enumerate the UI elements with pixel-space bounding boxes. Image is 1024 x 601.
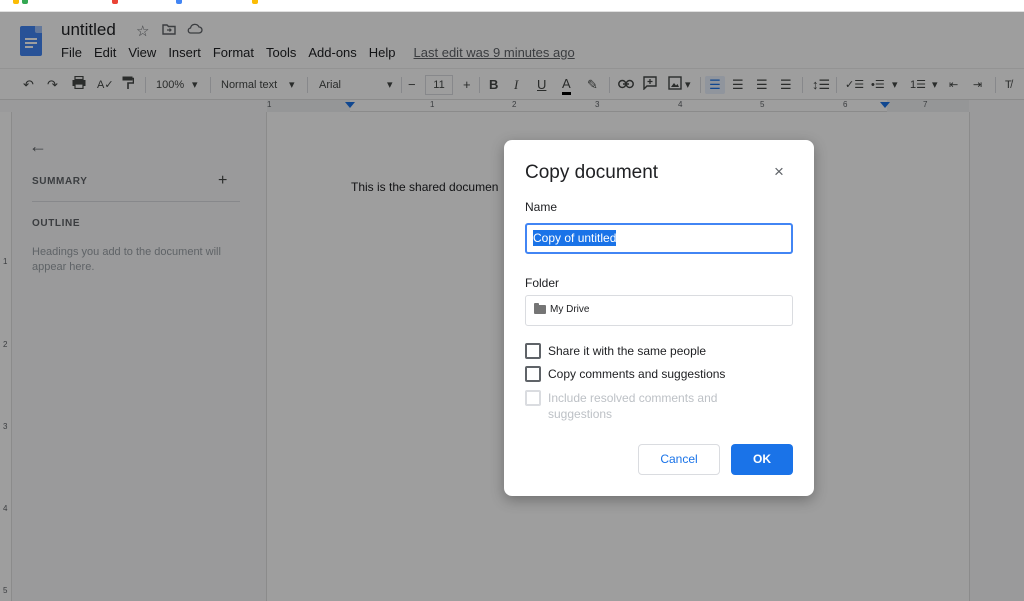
dialog-title: Copy document	[525, 162, 659, 183]
close-icon[interactable]: ×	[771, 162, 787, 182]
checkbox-label: Copy comments and suggestions	[548, 367, 726, 381]
include-resolved-checkbox	[525, 390, 541, 406]
folder-picker[interactable]: My Drive	[525, 295, 793, 326]
browser-bookmark-strip	[0, 0, 1024, 12]
bookmark-icon	[22, 0, 28, 4]
name-label: Name	[525, 200, 558, 214]
ok-button[interactable]: OK	[731, 444, 793, 475]
folder-label: Folder	[525, 276, 560, 290]
share-same-people-checkbox[interactable]	[525, 343, 541, 359]
copy-document-dialog: Copy document × Name Copy of untitled Fo…	[504, 140, 814, 496]
name-field[interactable]: Copy of untitled	[525, 223, 793, 254]
copy-comments-checkbox[interactable]	[525, 366, 541, 382]
cancel-button[interactable]: Cancel	[638, 444, 720, 475]
checkbox-label: Include resolved comments and suggestion…	[548, 391, 718, 421]
bookmark-icon	[176, 0, 182, 4]
name-field-value: Copy of untitled	[533, 230, 617, 246]
checkbox-label: Share it with the same people	[548, 344, 707, 358]
folder-icon	[534, 303, 546, 314]
bookmark-icon	[252, 0, 258, 4]
folder-value: My Drive	[550, 304, 590, 315]
bookmark-icon	[13, 0, 19, 4]
bookmark-icon	[112, 0, 118, 4]
